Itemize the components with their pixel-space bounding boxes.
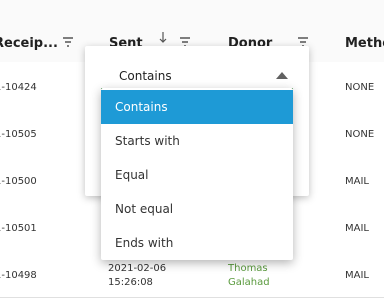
receipt-cell: 1-10424	[0, 82, 37, 93]
receipt-cell: 1-10498	[0, 270, 37, 281]
receipt-cell: 1-10501	[0, 223, 37, 234]
receipt-cell: 1-10500	[0, 176, 37, 187]
sort-descending-icon[interactable]	[159, 32, 167, 44]
method-cell: MAIL	[345, 176, 369, 187]
filter-icon[interactable]	[63, 37, 73, 47]
method-cell: MAIL	[345, 270, 369, 281]
receipt-cell: 1-10505	[0, 129, 37, 140]
option-contains[interactable]: Contains	[101, 90, 293, 124]
column-header-receipt[interactable]: Receip...	[0, 36, 58, 51]
filter-operator-dropdown: Contains Starts with Equal Not equal End…	[101, 88, 293, 260]
sent-date: 2021-02-06	[108, 263, 167, 274]
option-not-equal[interactable]: Not equal	[101, 192, 293, 226]
filter-operator-value: Contains	[119, 69, 172, 83]
option-ends-with[interactable]: Ends with	[101, 226, 293, 260]
method-cell: NONE	[345, 129, 375, 140]
option-equal[interactable]: Equal	[101, 158, 293, 192]
column-header-method[interactable]: Method	[345, 36, 384, 51]
donor-last-name: Galahad	[228, 277, 270, 288]
donor-first-name: Thomas	[228, 263, 268, 274]
filter-operator-select[interactable]: Contains	[101, 64, 293, 90]
donor-cell: Thomas Galahad	[228, 262, 270, 290]
method-cell: NONE	[345, 82, 375, 93]
sent-cell: 2021-02-06 15:26:08	[108, 262, 166, 290]
option-starts-with[interactable]: Starts with	[101, 124, 293, 158]
sent-time: 15:26:08	[108, 277, 153, 288]
caret-up-icon[interactable]	[276, 72, 288, 79]
method-cell: MAIL	[345, 223, 369, 234]
